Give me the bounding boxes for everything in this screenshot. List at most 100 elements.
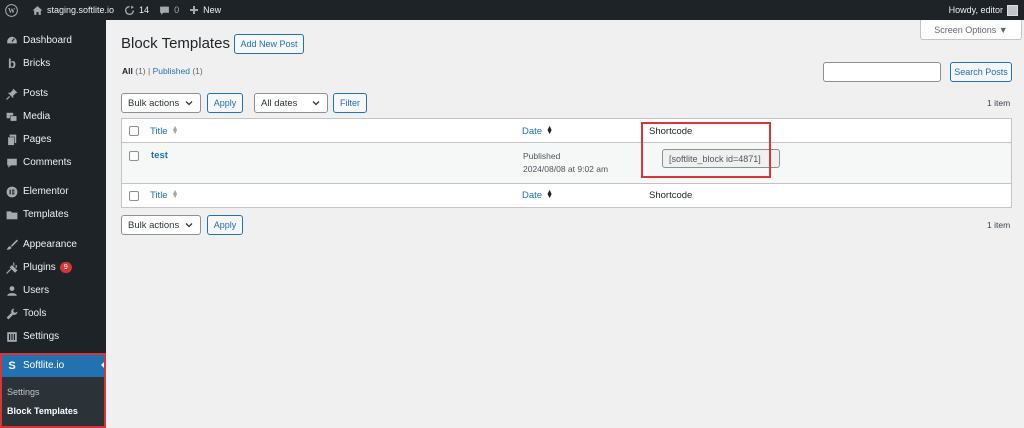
sidebar-item-label: Bricks: [23, 58, 51, 69]
date-filter-value: All dates: [261, 97, 298, 109]
home-icon: [32, 5, 43, 15]
sidebar-item-label: Media: [23, 111, 51, 122]
sidebar-item-pages[interactable]: Pages: [0, 128, 106, 151]
sidebar-item-label: Comments: [23, 157, 72, 168]
sort-desc-icon: ▲ ▼: [546, 189, 554, 201]
sidebar-item-media[interactable]: Media: [0, 105, 106, 128]
sidebar-item-plugins[interactable]: Plugins 9: [0, 256, 106, 279]
view-separator: |: [148, 66, 151, 76]
site-name: staging.softlite.io: [47, 5, 115, 15]
table-footer-row: Title ▲ ▼ Date ▲ ▼ Shortcode: [122, 184, 1011, 208]
sidebar-item-label: Tools: [23, 308, 47, 319]
refresh-icon: [125, 5, 135, 15]
comment-bubble-icon: [160, 6, 169, 15]
my-account-link[interactable]: Howdy, editor: [949, 4, 1024, 16]
chevron-down-icon: [185, 223, 193, 228]
sort-arrows-icon: ▲ ▼: [171, 189, 179, 201]
pages-icon: [6, 134, 18, 146]
sidebar-item-settings[interactable]: Settings: [0, 325, 106, 348]
sidebar-item-tools[interactable]: Tools: [0, 302, 106, 325]
settings-icon: [6, 331, 18, 343]
table-row: test Published 2024/08/08 at 9:02 am [so…: [122, 143, 1011, 184]
add-new-post-button[interactable]: Add New Post: [234, 34, 304, 54]
plus-icon: [190, 6, 199, 14]
wrench-icon: [6, 308, 18, 320]
column-footer-shortcode: Shortcode: [649, 190, 693, 201]
posts-table: Title ▲ ▼ Date ▲ ▼ Shortcode test Published …: [121, 118, 1012, 208]
view-filters: All (1) | Published (1): [122, 66, 203, 76]
select-all-checkbox-top[interactable]: [129, 126, 139, 136]
sort-arrows-icon: ▲ ▼: [171, 125, 179, 137]
row-checkbox[interactable]: [129, 151, 139, 161]
sidebar-item-templates[interactable]: Templates: [0, 203, 106, 226]
plug-icon: [6, 262, 18, 274]
date-sort-link[interactable]: Date: [522, 126, 542, 137]
updates-count: 14: [139, 5, 150, 15]
comments-link[interactable]: 0: [154, 0, 184, 20]
sidebar-item-label: Templates: [23, 209, 69, 220]
table-header-row: Title ▲ ▼ Date ▲ ▼ Shortcode: [122, 119, 1011, 143]
sidebar-item-label: Users: [23, 285, 50, 296]
admin-bar: W staging.softlite.io 14 0 New Howdy, ed…: [0, 0, 1024, 20]
media-icon: [6, 111, 18, 123]
column-header-title[interactable]: Title ▲ ▼: [150, 125, 179, 137]
row-title-link[interactable]: test: [151, 150, 168, 161]
brush-icon: [6, 239, 18, 251]
updates-link[interactable]: 14: [119, 0, 154, 20]
date-sort-link[interactable]: Date: [522, 190, 542, 201]
sidebar-item-bricks[interactable]: b Bricks: [0, 52, 106, 75]
apply-button-top[interactable]: Apply: [207, 93, 243, 113]
view-published-link[interactable]: Published: [153, 66, 190, 76]
screen-options-button[interactable]: Screen Options ▼: [920, 20, 1022, 40]
sidebar-item-posts[interactable]: Posts: [0, 82, 106, 105]
view-all-link[interactable]: All: [122, 66, 133, 76]
avatar: [1007, 4, 1018, 16]
pin-icon: [6, 88, 18, 100]
sidebar-item-label: Dashboard: [23, 35, 72, 46]
sort-desc-icon: ▲ ▼: [546, 125, 554, 137]
column-footer-title[interactable]: Title ▲ ▼: [150, 189, 179, 201]
sidebar-item-elementor[interactable]: Elementor: [0, 180, 106, 203]
bricks-icon: b: [8, 56, 16, 71]
wordpress-icon: W: [5, 3, 18, 17]
sidebar-item-label: Plugins: [23, 262, 56, 273]
chevron-down-icon: [185, 101, 193, 106]
admin-sidebar: Dashboard b Bricks Posts Media Pages Com…: [0, 20, 106, 428]
view-all-count: (1): [135, 66, 146, 76]
user-icon: [6, 285, 18, 297]
title-sort-link[interactable]: Title: [150, 190, 168, 201]
wordpress-logo-button[interactable]: W: [0, 0, 27, 20]
chevron-down-icon: [312, 101, 320, 106]
new-content-link[interactable]: New: [184, 0, 226, 20]
column-header-date[interactable]: Date ▲ ▼: [522, 125, 554, 137]
items-count-top: 1 item: [987, 98, 1011, 108]
bulk-actions-value: Bulk actions: [128, 97, 180, 109]
sidebar-item-comments[interactable]: Comments: [0, 151, 106, 174]
comment-icon: [6, 157, 18, 169]
highlight-box-sidebar: [0, 353, 106, 428]
bulk-actions-select-top[interactable]: Bulk actions: [121, 93, 201, 113]
sidebar-item-appearance[interactable]: Appearance: [0, 233, 106, 256]
site-name-link[interactable]: staging.softlite.io: [27, 0, 119, 20]
main-content: Screen Options ▼ Block Templates Add New…: [106, 20, 1024, 428]
column-footer-date[interactable]: Date ▲ ▼: [522, 189, 554, 201]
row-status: Published: [523, 151, 561, 161]
bulk-actions-select-bottom[interactable]: Bulk actions: [121, 215, 201, 235]
apply-button-bottom[interactable]: Apply: [207, 215, 243, 235]
comments-count: 0: [174, 5, 180, 15]
sidebar-item-users[interactable]: Users: [0, 279, 106, 302]
sidebar-item-label: Settings: [23, 331, 60, 342]
select-all-checkbox-bottom[interactable]: [129, 191, 139, 201]
filter-button[interactable]: Filter: [333, 93, 367, 113]
row-date: 2024/08/08 at 9:02 am: [523, 164, 609, 174]
elementor-icon: [6, 186, 18, 198]
date-filter-select[interactable]: All dates: [254, 93, 328, 113]
highlight-box-shortcode: [641, 122, 771, 178]
search-input[interactable]: [823, 62, 941, 82]
sidebar-item-label: Elementor: [23, 186, 69, 197]
title-sort-link[interactable]: Title: [150, 126, 168, 137]
sidebar-item-dashboard[interactable]: Dashboard: [0, 29, 106, 52]
search-posts-button[interactable]: Search Posts: [950, 62, 1012, 82]
sidebar-item-label: Pages: [23, 134, 52, 145]
sidebar-item-label: Posts: [23, 88, 49, 99]
